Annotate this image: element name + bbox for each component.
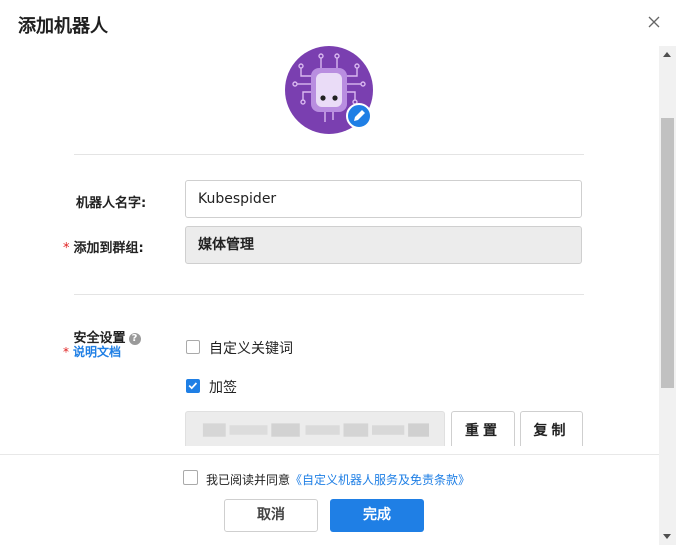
- check-icon: [188, 382, 198, 390]
- docs-link[interactable]: 说明文档: [73, 345, 121, 359]
- keyword-checkbox[interactable]: [186, 340, 200, 354]
- copy-button[interactable]: 复制: [520, 411, 583, 446]
- terms-link[interactable]: 《自定义机器人服务及免责条款》: [290, 473, 470, 487]
- scroll-down-icon[interactable]: [663, 534, 671, 539]
- scroll-up-icon[interactable]: [663, 52, 671, 57]
- required-marker: *: [63, 241, 70, 256]
- name-label: 机器人名字:: [76, 196, 147, 211]
- agree-text: 我已阅读并同意《自定义机器人服务及免责条款》: [206, 471, 470, 488]
- sign-label: 加签: [209, 380, 237, 396]
- group-label-row: * 添加到群组:: [63, 237, 144, 256]
- robot-name-input[interactable]: Kubespider: [185, 180, 582, 218]
- agree-prefix: 我已阅读并同意: [206, 473, 291, 487]
- group-label: 添加到群组:: [73, 241, 144, 256]
- dialog-title: 添加机器人: [18, 16, 108, 37]
- docs-row: * 说明文档: [63, 343, 121, 360]
- scrollbar[interactable]: [659, 46, 676, 545]
- done-button[interactable]: 完成: [330, 499, 424, 532]
- dialog-body: 机器人名字: Kubespider *添加到群组: 媒体管理 *安全设置? *说…: [0, 46, 659, 446]
- dialog-footer: 我已阅读并同意《自定义机器人服务及免责条款》 取消 完成: [0, 454, 659, 546]
- secret-blur: [202, 423, 429, 437]
- required-marker: *: [63, 345, 69, 359]
- divider: [74, 294, 584, 295]
- keyword-label: 自定义关键词: [209, 341, 293, 357]
- cancel-button[interactable]: 取消: [224, 499, 318, 532]
- reset-button[interactable]: 重置: [451, 411, 515, 446]
- divider: [74, 154, 584, 155]
- sign-checkbox[interactable]: [186, 379, 200, 393]
- close-icon[interactable]: [646, 14, 662, 30]
- scrollbar-thumb[interactable]: [661, 118, 674, 388]
- edit-avatar-icon[interactable]: [346, 103, 372, 129]
- group-field: 媒体管理: [185, 226, 582, 264]
- agree-checkbox[interactable]: [183, 470, 198, 485]
- secret-field: [185, 411, 445, 446]
- help-icon[interactable]: ?: [128, 333, 141, 345]
